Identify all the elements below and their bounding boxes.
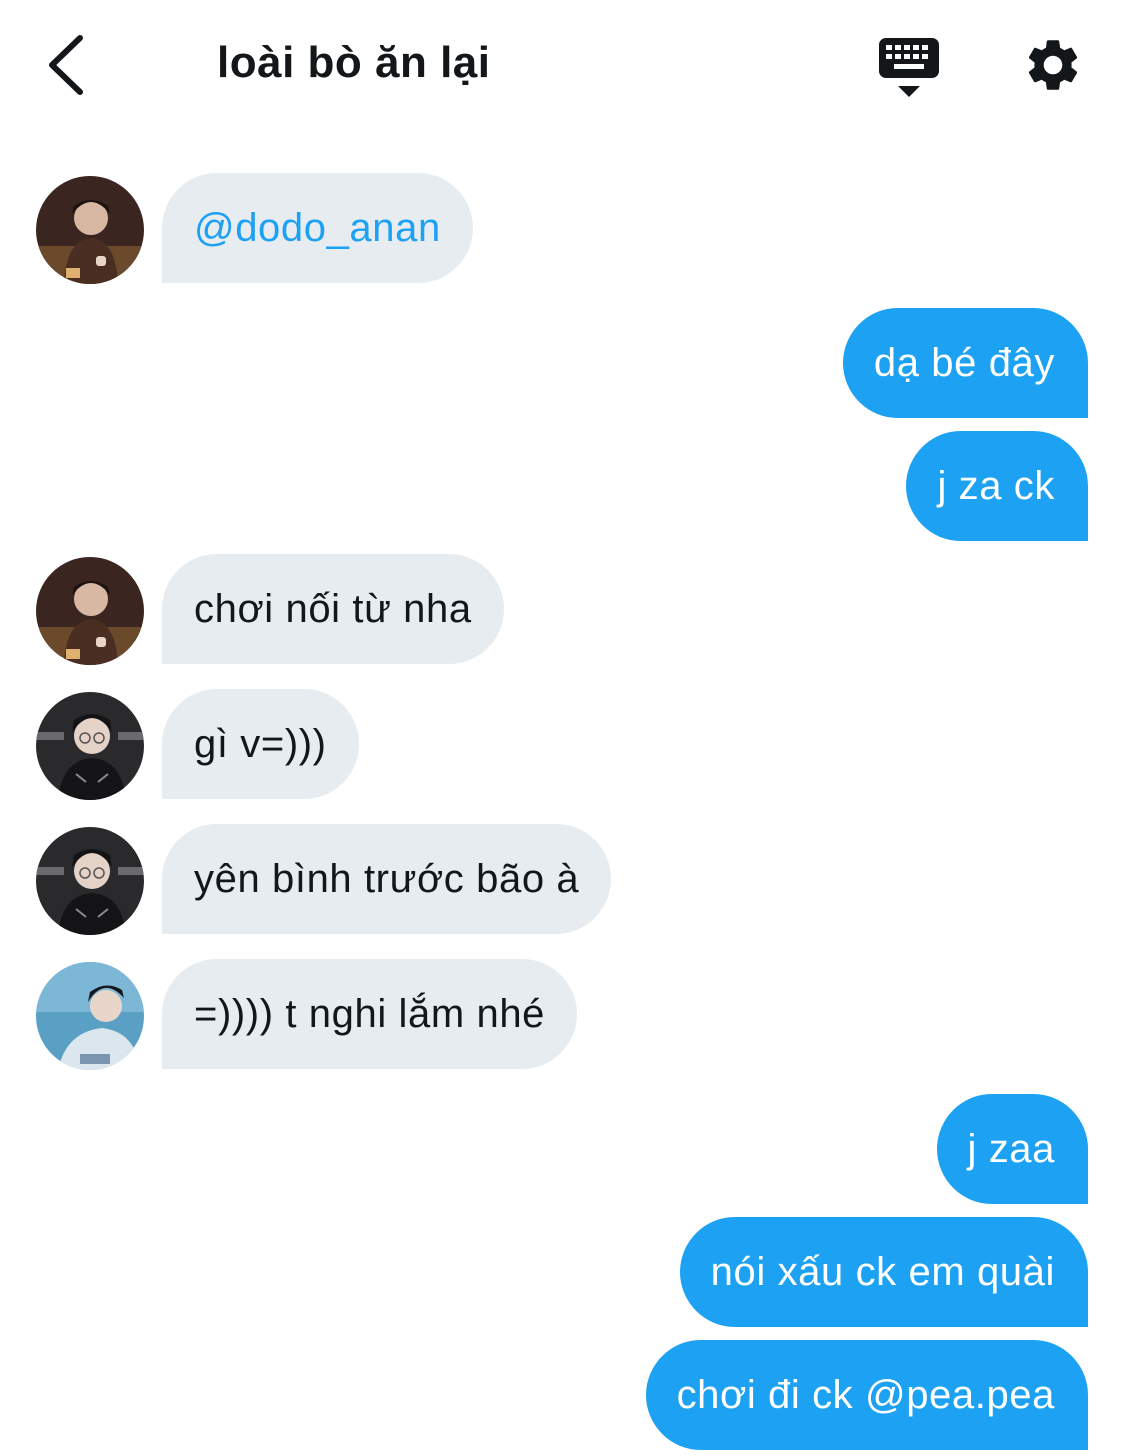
back-button[interactable] — [38, 30, 98, 100]
avatar[interactable] — [36, 557, 144, 665]
avatar[interactable] — [36, 962, 144, 1070]
conversation-header: loài bò ăn lại — [0, 0, 1125, 135]
message-bubble-incoming[interactable]: gì v=))) — [162, 689, 359, 799]
message-bubble-incoming[interactable]: chơi nối từ nha — [162, 554, 504, 664]
message-bubble-outgoing[interactable]: j za ck — [906, 431, 1088, 541]
dm-conversation-screen: loài bò ăn lại @dodo_anan dạ bé đây j za… — [0, 0, 1125, 1456]
message-bubble-outgoing[interactable]: dạ bé đây — [842, 308, 1088, 418]
message-bubble-outgoing[interactable]: nói xấu ck em quài — [679, 1217, 1088, 1327]
message-bubble-incoming[interactable]: =)))) t nghi lắm nhé — [162, 959, 578, 1069]
avatar[interactable] — [36, 827, 144, 935]
message-bubble-incoming[interactable]: yên bình trước bão à — [162, 824, 612, 934]
message-bubble-outgoing[interactable]: chơi đi ck @pea.pea — [645, 1340, 1088, 1450]
message-bubble-outgoing[interactable]: j zaa — [936, 1094, 1088, 1204]
gear-icon — [1028, 40, 1078, 90]
avatar[interactable] — [36, 176, 144, 284]
avatar[interactable] — [36, 692, 144, 800]
keyboard-toggle-button[interactable] — [876, 36, 942, 100]
mention-link[interactable]: @dodo_anan — [194, 206, 441, 251]
conversation-title: loài bò ăn lại — [217, 38, 491, 87]
message-bubble-incoming[interactable]: @dodo_anan — [162, 173, 473, 283]
keyboard-hide-icon — [879, 38, 939, 97]
chevron-left-icon — [49, 35, 83, 95]
settings-button[interactable] — [1022, 34, 1084, 96]
